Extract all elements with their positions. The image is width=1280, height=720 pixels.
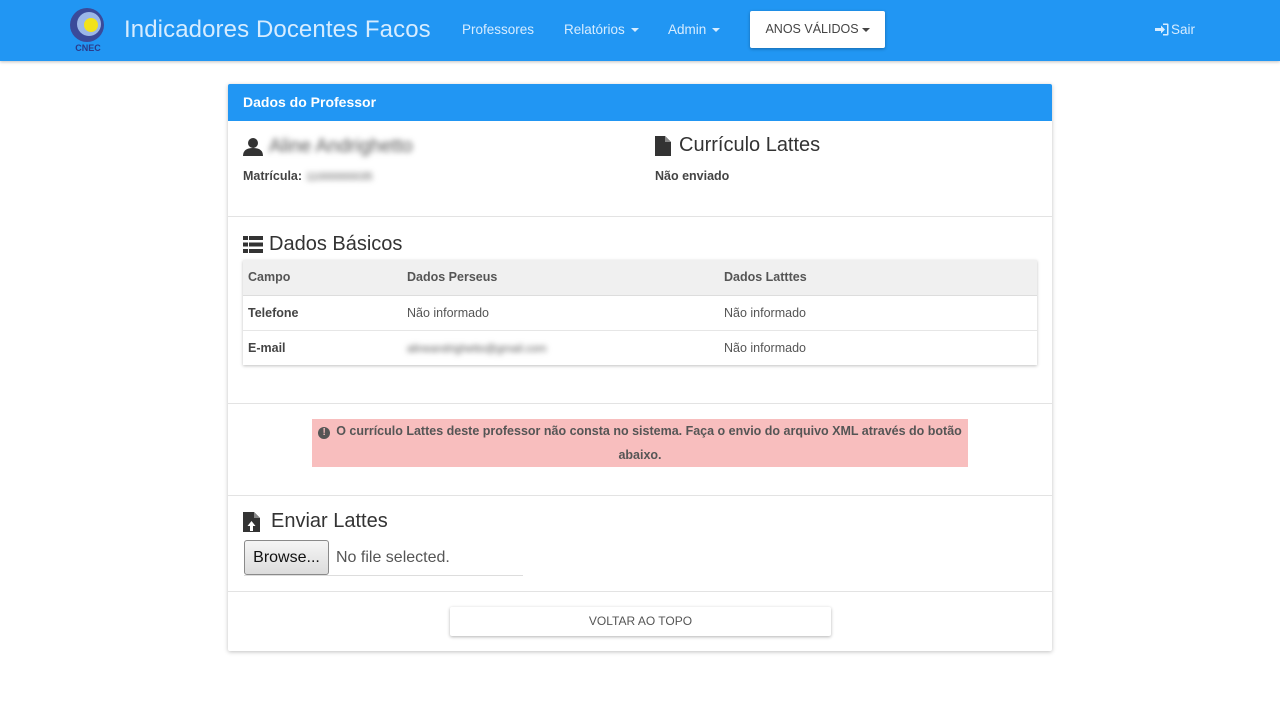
missing-lattes-alert: ! O currículo Lattes deste professor não … <box>312 419 968 467</box>
file-status-text: No file selected. <box>336 549 450 566</box>
matricula-value: 11000000035 <box>306 171 373 183</box>
valid-years-button[interactable]: ANOS VÁLIDOS <box>750 11 885 48</box>
panel-heading: Dados do Professor <box>228 84 1052 121</box>
browse-file-button[interactable]: Browse... <box>244 540 329 575</box>
nav-professores-label: Professores <box>462 22 535 37</box>
nav-admin-label: Admin <box>668 22 707 37</box>
caret-down-icon <box>861 27 870 32</box>
table-header-row: Campo Dados Perseus Dados Latttes <box>243 260 1037 296</box>
logo-text: CNEC <box>75 43 101 53</box>
valid-years-label: ANOS VÁLIDOS <box>765 22 859 36</box>
table-cell-field: E-mail <box>248 340 286 355</box>
lattes-status: Não enviado <box>655 169 730 183</box>
nav-relatorios-label: Relatórios <box>564 22 625 37</box>
table-cell: Não informado <box>402 295 719 331</box>
lattes-title: Currículo Lattes <box>655 134 820 157</box>
professor-name: Aline Andrighetto <box>269 136 413 157</box>
back-to-top-button[interactable]: VOLTAR AO TOPO <box>450 607 831 636</box>
caret-down-icon <box>630 28 639 33</box>
log-in-icon <box>1155 23 1169 36</box>
brand-title[interactable]: Indicadores Docentes Facos <box>124 16 431 44</box>
table-cell: Não informado <box>719 295 1037 331</box>
send-lattes-title: Enviar Lattes <box>243 510 388 533</box>
user-icon <box>243 138 263 156</box>
column-header: Dados Latttes <box>719 260 1037 296</box>
logout-link[interactable]: Sair <box>1155 22 1195 37</box>
table-row: Telefone Não informado Não informado <box>243 295 1037 331</box>
file-input-underline <box>244 575 523 576</box>
column-header: Campo <box>243 260 402 296</box>
list-icon <box>243 236 263 253</box>
table-cell-field: Telefone <box>243 295 402 331</box>
cnec-logo[interactable]: CNEC <box>67 6 111 54</box>
exclamation-circle-icon: ! <box>318 427 331 439</box>
table-cell: Não informado <box>724 340 806 355</box>
basic-data-table: Campo Dados Perseus Dados Latttes Telefo… <box>243 260 1037 365</box>
email-value: alineandrighetto@gmail.com <box>407 342 547 355</box>
table-cell: alineandrighetto@gmail.com <box>402 330 719 365</box>
send-lattes-title-label: Enviar Lattes <box>271 510 388 532</box>
nav-professores[interactable]: Professores <box>462 22 534 37</box>
professor-panel: Dados do Professor Aline Andrighetto Mat… <box>228 84 1052 651</box>
logout-label: Sair <box>1171 22 1196 37</box>
nav-relatorios-dropdown[interactable]: Relatórios <box>564 22 639 37</box>
matricula-label: Matrícula: <box>243 169 303 183</box>
alert-text: O currículo Lattes deste professor não c… <box>336 424 962 462</box>
lattes-title-label: Currículo Lattes <box>679 134 821 156</box>
professor-name-row: Aline Andrighetto <box>243 136 413 158</box>
file-icon <box>655 135 671 156</box>
file-upload-icon <box>243 511 260 532</box>
caret-down-icon <box>712 28 721 33</box>
matricula-row: Matrícula: 11000000035 <box>243 169 373 183</box>
basic-data-title: Dados Básicos <box>243 233 402 256</box>
column-header: Dados Perseus <box>402 260 719 296</box>
basic-data-title-label: Dados Básicos <box>269 233 403 255</box>
nav-admin-dropdown[interactable]: Admin <box>668 22 721 37</box>
top-navbar: CNEC Indicadores Docentes Facos Professo… <box>0 0 1280 61</box>
table-row: E-mail alineandrighetto@gmail.com Não in… <box>243 330 1037 365</box>
